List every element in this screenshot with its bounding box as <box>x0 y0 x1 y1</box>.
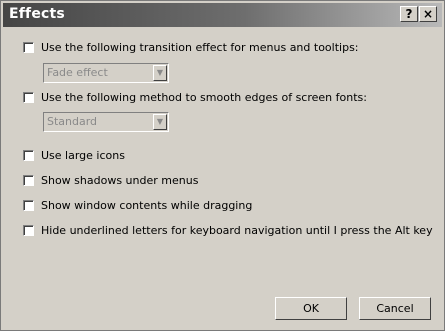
font-smoothing-select[interactable]: Standard ▼ <box>43 112 169 132</box>
font-smoothing-checkbox[interactable] <box>23 92 34 103</box>
hide-underlines-label[interactable]: Hide underlined letters for keyboard nav… <box>41 224 433 238</box>
transition-effect-value: Fade effect <box>47 66 108 79</box>
transition-effect-checkbox[interactable] <box>23 42 34 53</box>
cancel-button[interactable]: Cancel <box>359 297 431 320</box>
transition-effect-select[interactable]: Fade effect ▼ <box>43 63 169 83</box>
menu-shadows-label[interactable]: Show shadows under menus <box>41 174 198 188</box>
title-bar[interactable]: Effects ? × <box>3 3 442 27</box>
window-contents-label[interactable]: Show window contents while dragging <box>41 199 252 213</box>
help-button[interactable]: ? <box>400 6 418 22</box>
hide-underlines-checkbox[interactable] <box>23 225 34 236</box>
menu-shadows-checkbox[interactable] <box>23 175 34 186</box>
window-contents-checkbox[interactable] <box>23 200 34 211</box>
effects-dialog: Effects ? × Use the following transition… <box>0 0 445 331</box>
close-button[interactable]: × <box>419 6 437 22</box>
large-icons-checkbox[interactable] <box>23 150 34 161</box>
font-smoothing-value: Standard <box>47 115 98 128</box>
dialog-title: Effects <box>9 6 65 22</box>
font-smoothing-label[interactable]: Use the following method to smooth edges… <box>41 91 367 105</box>
large-icons-label[interactable]: Use large icons <box>41 149 125 163</box>
chevron-down-icon[interactable]: ▼ <box>153 65 167 81</box>
transition-effect-label[interactable]: Use the following transition effect for … <box>41 41 359 55</box>
ok-button[interactable]: OK <box>275 297 347 320</box>
chevron-down-icon[interactable]: ▼ <box>153 114 167 130</box>
